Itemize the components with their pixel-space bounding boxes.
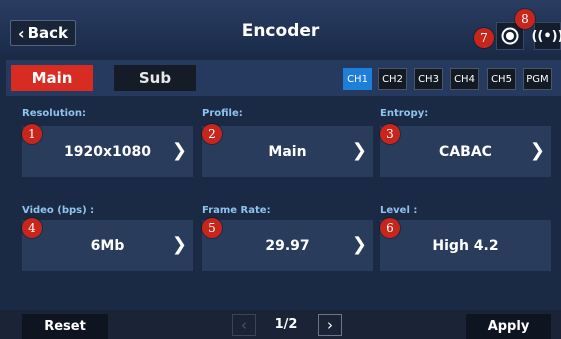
apply-button[interactable]: Apply [466, 314, 551, 339]
channel-ch2[interactable]: CH2 [378, 68, 407, 90]
level-select[interactable]: High 4.2 [380, 220, 551, 271]
entropy-label: Entropy: [380, 108, 429, 119]
frame-rate-value: 29.97 [265, 237, 310, 254]
frame-rate-select[interactable]: 29.97 ❯ [202, 220, 373, 271]
chevron-right-icon: ❯ [351, 140, 367, 161]
badge-1: 1 [22, 124, 42, 144]
video-bps-value: 6Mb [90, 237, 125, 254]
profile-value: Main [268, 143, 307, 160]
resolution-select[interactable]: 1920x1080 ❯ [22, 126, 193, 177]
chevron-right-icon: ❯ [351, 234, 367, 255]
video-bps-label: Video (bps) : [22, 205, 95, 216]
badge-5: 5 [202, 218, 222, 238]
badge-record: 7 [474, 28, 494, 48]
page-indicator: 1/2 [274, 317, 298, 332]
channel-ch4[interactable]: CH4 [450, 68, 479, 90]
badge-3: 3 [380, 124, 400, 144]
chevron-right-icon: ❯ [171, 140, 187, 161]
live-button[interactable]: ((•)) [531, 22, 561, 50]
badge-4: 4 [22, 218, 42, 238]
channel-ch5[interactable]: CH5 [487, 68, 516, 90]
channel-pgm[interactable]: PGM [523, 68, 552, 90]
profile-label: Profile: [202, 108, 243, 119]
chevron-right-icon: › [327, 316, 333, 334]
badge-2: 2 [202, 124, 222, 144]
reset-button[interactable]: Reset [22, 314, 108, 339]
resolution-value: 1920x1080 [64, 143, 151, 160]
chevron-right-icon: ❯ [529, 140, 545, 161]
badge-6: 6 [380, 218, 400, 238]
channel-ch3[interactable]: CH3 [414, 68, 443, 90]
frame-rate-label: Frame Rate: [202, 205, 271, 216]
profile-select[interactable]: Main ❯ [202, 126, 373, 177]
entropy-value: CABAC [439, 143, 492, 160]
entropy-select[interactable]: CABAC ❯ [380, 126, 551, 177]
badge-live: 8 [515, 9, 535, 29]
next-page-button[interactable]: › [318, 314, 342, 336]
resolution-label: Resolution: [22, 108, 87, 119]
prev-page-button[interactable]: ‹ [232, 314, 256, 336]
record-icon [501, 27, 519, 45]
level-value: High 4.2 [432, 237, 499, 254]
level-label: Level : [380, 205, 418, 216]
broadcast-icon: ((•)) [531, 28, 561, 44]
channel-ch1[interactable]: CH1 [343, 68, 372, 90]
video-bps-select[interactable]: 6Mb ❯ [22, 220, 193, 271]
chevron-right-icon: ❯ [171, 234, 187, 255]
tab-sub[interactable]: Sub [114, 65, 196, 91]
chevron-left-icon: ‹ [241, 316, 247, 334]
tab-main[interactable]: Main [11, 65, 93, 91]
